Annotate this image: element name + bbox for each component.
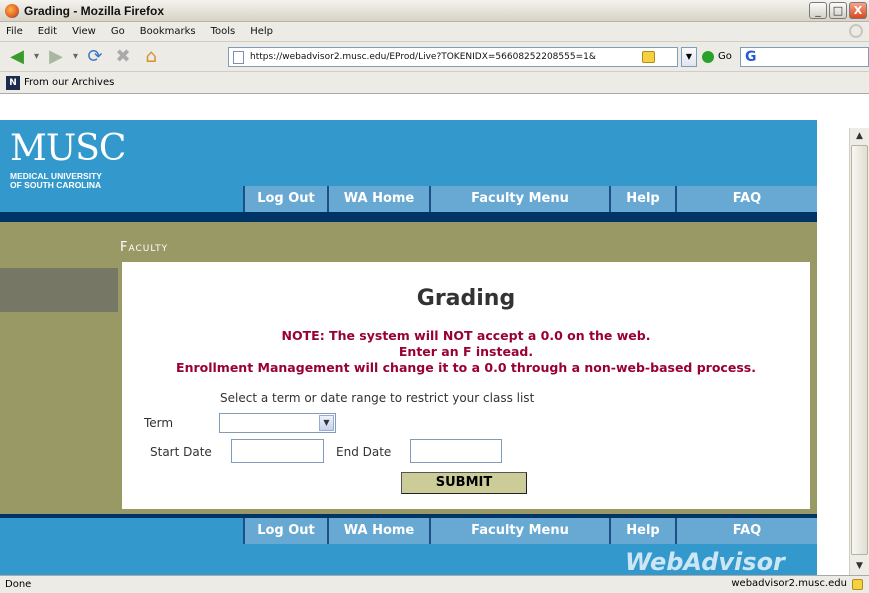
lock-icon (642, 51, 655, 63)
end-date-label: End Date (336, 445, 392, 459)
term-label: Term (144, 416, 174, 430)
home-icon[interactable]: ⌂ (140, 46, 162, 68)
webadvisor-version: 3.0 (758, 562, 771, 571)
musc-logo-subtitle: MEDICAL UNIVERSITY OF SOUTH CAROLINA (10, 172, 102, 190)
site-header: MUSC MEDICAL UNIVERSITY OF SOUTH CAROLIN… (0, 120, 817, 212)
note-line-1: NOTE: The system will NOT accept a 0.0 o… (281, 328, 651, 343)
firefox-icon (5, 3, 19, 18)
footer-nav-wa-home[interactable]: WA Home (327, 518, 429, 544)
footer-nav-help[interactable]: Help (609, 518, 675, 544)
section-label: Faculty (120, 240, 169, 255)
back-icon[interactable]: ◀ (6, 46, 28, 68)
grading-form-panel: Grading NOTE: The system will NOT accept… (122, 262, 810, 509)
note-line-2: Enter an F instead. (398, 344, 534, 359)
nav-log-out[interactable]: Log Out (243, 186, 327, 212)
nav-faq[interactable]: FAQ (675, 186, 817, 212)
throbber-icon (849, 24, 863, 38)
footer-nav-faq[interactable]: FAQ (675, 518, 817, 544)
menu-view[interactable]: View (72, 26, 96, 37)
status-text: Done (5, 579, 32, 590)
navigation-toolbar: ◀ ▾ ▶ ▾ ⟳ ✖ ⌂ https://webadvisor2.musc.e… (0, 42, 869, 72)
vertical-scrollbar[interactable]: ▲ ▼ (849, 128, 869, 575)
window-title-bar: Grading - Mozilla Firefox _ □ X (0, 0, 869, 22)
url-text[interactable]: https://webadvisor2.musc.edu/EProd/Live?… (250, 52, 638, 62)
url-dropdown-button[interactable]: ▼ (681, 47, 697, 67)
menu-bar: File Edit View Go Bookmarks Tools Help (0, 22, 869, 42)
window-title: Grading - Mozilla Firefox (24, 3, 165, 18)
go-button-label[interactable]: Go (718, 51, 732, 62)
bottom-nav: Log Out WA Home Faculty Menu Help FAQ (243, 518, 817, 544)
menu-edit[interactable]: Edit (38, 26, 57, 37)
chevron-down-icon[interactable]: ▼ (319, 415, 334, 431)
url-bar[interactable]: https://webadvisor2.musc.edu/EProd/Live?… (228, 47, 678, 67)
back-dropdown-icon[interactable]: ▾ (34, 51, 39, 62)
google-search-icon: G (745, 49, 757, 65)
site-footer: Log Out WA Home Faculty Menu Help FAQ We… (0, 514, 817, 575)
scroll-up-icon[interactable]: ▲ (850, 128, 869, 145)
maximize-button[interactable]: □ (829, 2, 847, 19)
page-icon (233, 50, 244, 64)
menu-bookmarks[interactable]: Bookmarks (140, 26, 196, 37)
stop-icon[interactable]: ✖ (112, 46, 134, 68)
forward-dropdown-icon[interactable]: ▾ (73, 51, 78, 62)
minimize-button[interactable]: _ (809, 2, 827, 19)
term-select[interactable]: ▼ (219, 413, 336, 433)
start-date-label: Start Date (150, 445, 212, 459)
bookmark-favicon-icon: N (6, 75, 20, 90)
status-bar: Done webadvisor2.musc.edu (0, 575, 869, 593)
end-date-input[interactable] (410, 439, 502, 463)
reload-icon[interactable]: ⟳ (84, 46, 106, 68)
scroll-down-icon[interactable]: ▼ (850, 558, 869, 575)
bookmarks-toolbar: N From our Archives (0, 72, 869, 94)
status-host: webadvisor2.musc.edu (731, 578, 847, 589)
menu-go[interactable]: Go (111, 26, 125, 37)
nav-help[interactable]: Help (609, 186, 675, 212)
secure-lock-icon[interactable] (852, 579, 863, 590)
close-button[interactable]: X (849, 2, 867, 19)
nav-faculty-menu[interactable]: Faculty Menu (429, 186, 609, 212)
nav-wa-home[interactable]: WA Home (327, 186, 429, 212)
instructions-text: Select a term or date range to restrict … (220, 391, 535, 405)
web-page: MUSC MEDICAL UNIVERSITY OF SOUTH CAROLIN… (0, 94, 817, 575)
menu-file[interactable]: File (6, 26, 23, 37)
start-date-input[interactable] (231, 439, 324, 463)
footer-nav-log-out[interactable]: Log Out (243, 518, 327, 544)
page-title: Grading (416, 286, 516, 311)
submit-button[interactable]: SUBMIT (401, 472, 527, 494)
logo-sub-line-2: OF SOUTH CAROLINA (10, 180, 102, 190)
note-line-3: Enrollment Management will change it to … (176, 360, 756, 375)
scroll-thumb[interactable] (851, 145, 868, 555)
footer-nav-faculty-menu[interactable]: Faculty Menu (429, 518, 609, 544)
header-divider (0, 212, 817, 222)
page-viewport: MUSC MEDICAL UNIVERSITY OF SOUTH CAROLIN… (0, 94, 869, 575)
forward-icon[interactable]: ▶ (45, 46, 67, 68)
menu-tools[interactable]: Tools (211, 26, 236, 37)
grading-note: NOTE: The system will NOT accept a 0.0 o… (122, 328, 810, 376)
musc-logo[interactable]: MUSC (10, 128, 126, 169)
bookmark-from-our-archives[interactable]: From our Archives (24, 77, 114, 88)
go-icon[interactable] (702, 51, 714, 63)
menu-help[interactable]: Help (250, 26, 273, 37)
sidebar-block (0, 268, 118, 312)
search-box[interactable]: G (740, 47, 869, 67)
top-nav: Log Out WA Home Faculty Menu Help FAQ (243, 186, 817, 212)
